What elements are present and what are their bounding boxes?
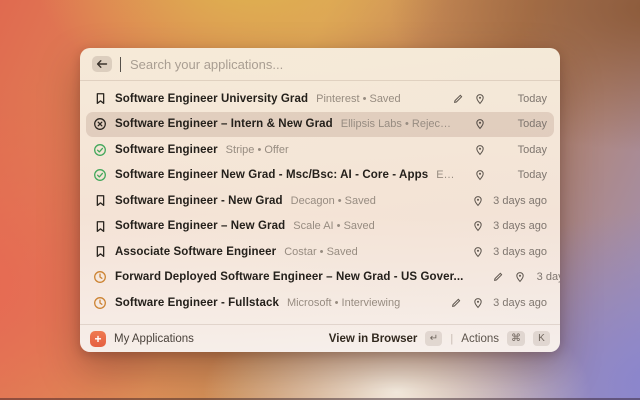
application-title: Software Engineer (115, 143, 218, 156)
offer-check-circle-icon (93, 143, 107, 157)
location-pin-icon (513, 271, 526, 284)
application-date: Today (517, 92, 547, 105)
application-title: Associate Software Engineer (115, 245, 277, 258)
application-subtitle: Microsoft • Interviewing (286, 296, 401, 309)
location-pin-icon (471, 220, 484, 233)
applications-list: Software Engineer University Grad Pinter… (80, 81, 560, 324)
application-subtitle: Eluvio • Offer (436, 169, 453, 182)
location-pin-icon (471, 296, 484, 309)
application-subtitle: Stripe • Offer (225, 143, 289, 156)
application-date: Today (517, 118, 547, 131)
pencil-icon (451, 92, 464, 105)
actions-button[interactable]: Actions (461, 333, 499, 345)
application-date: 3 days ago (493, 245, 547, 258)
application-subtitle: Pinterest • Saved (316, 92, 401, 105)
bookmark-icon (93, 194, 107, 208)
return-key-badge: ↵ (425, 331, 443, 346)
interviewing-clock-icon (93, 296, 107, 310)
plus-app-icon: + (90, 330, 106, 347)
list-item-selected[interactable]: Software Engineer – Intern & New Grad El… (86, 111, 554, 137)
location-pin-icon (471, 245, 484, 258)
applications-palette-window: Search your applications... Software Eng… (80, 48, 560, 352)
application-date: 3 days ago (493, 220, 547, 233)
footer-separator: | (450, 332, 454, 345)
k-key-badge: K (533, 331, 550, 346)
pencil-icon (449, 296, 462, 309)
application-date: 3 days a... (536, 271, 560, 284)
application-title: Forward Deployed Software Engineer – New… (115, 271, 464, 284)
location-pin-icon (473, 169, 486, 182)
application-title: Software Engineer – Intern & New Grad (115, 118, 333, 131)
list-item[interactable]: Software Engineer – New Grad Scale AI • … (86, 214, 554, 240)
bookmark-icon (93, 92, 107, 106)
text-cursor (120, 56, 121, 72)
list-item[interactable]: Associate Software Engineer Costar • Sav… (86, 239, 554, 265)
application-title: Software Engineer New Grad - Msc/Bsc: AI… (115, 169, 429, 182)
application-subtitle: Ellipsis Labs • Rejected (340, 118, 453, 131)
location-pin-icon (473, 92, 486, 105)
list-item[interactable]: Forward Deployed Software Engineer – New… (86, 265, 560, 291)
location-pin-icon (471, 194, 484, 207)
application-date: Today (517, 169, 547, 182)
view-in-browser-button[interactable]: View in Browser (329, 333, 418, 345)
arrow-left-icon (96, 60, 108, 68)
application-title: Software Engineer University Grad (115, 92, 309, 105)
rejected-circle-x-icon (93, 117, 107, 131)
back-button[interactable] (92, 56, 112, 72)
application-date: 3 days ago (493, 194, 547, 207)
list-item[interactable]: Software Engineer Stripe • Offer Today (86, 137, 554, 163)
application-title: Software Engineer – New Grad (115, 220, 286, 233)
list-item[interactable]: Software Engineer - New Grad Decagon • S… (86, 188, 554, 214)
location-pin-icon (473, 118, 486, 131)
list-item[interactable]: Software Engineer - Fullstack Microsoft … (86, 290, 554, 316)
application-subtitle: Costar • Saved (284, 245, 358, 258)
footer-bar: + My Applications View in Browser ↵ | Ac… (80, 325, 560, 352)
application-title: Software Engineer - Fullstack (115, 296, 279, 309)
pencil-icon (491, 271, 504, 284)
application-title: Software Engineer - New Grad (115, 194, 283, 207)
application-date: Today (517, 143, 547, 156)
search-bar: Search your applications... (80, 48, 560, 80)
application-date: 3 days ago (493, 296, 547, 309)
application-subtitle: Scale AI • Saved (293, 220, 375, 233)
bookmark-icon (93, 219, 107, 233)
interviewing-clock-icon (93, 270, 107, 284)
list-item[interactable]: Software Engineer University Grad Pinter… (86, 86, 554, 112)
list-item[interactable]: Software Engineer New Grad - Msc/Bsc: AI… (86, 163, 554, 189)
cmd-key-badge: ⌘ (507, 331, 525, 346)
application-subtitle: Decagon • Saved (290, 194, 376, 207)
search-input[interactable]: Search your applications... (130, 57, 283, 72)
offer-check-circle-icon (93, 168, 107, 182)
location-pin-icon (473, 143, 486, 156)
bookmark-icon (93, 245, 107, 259)
app-label: My Applications (114, 332, 194, 345)
